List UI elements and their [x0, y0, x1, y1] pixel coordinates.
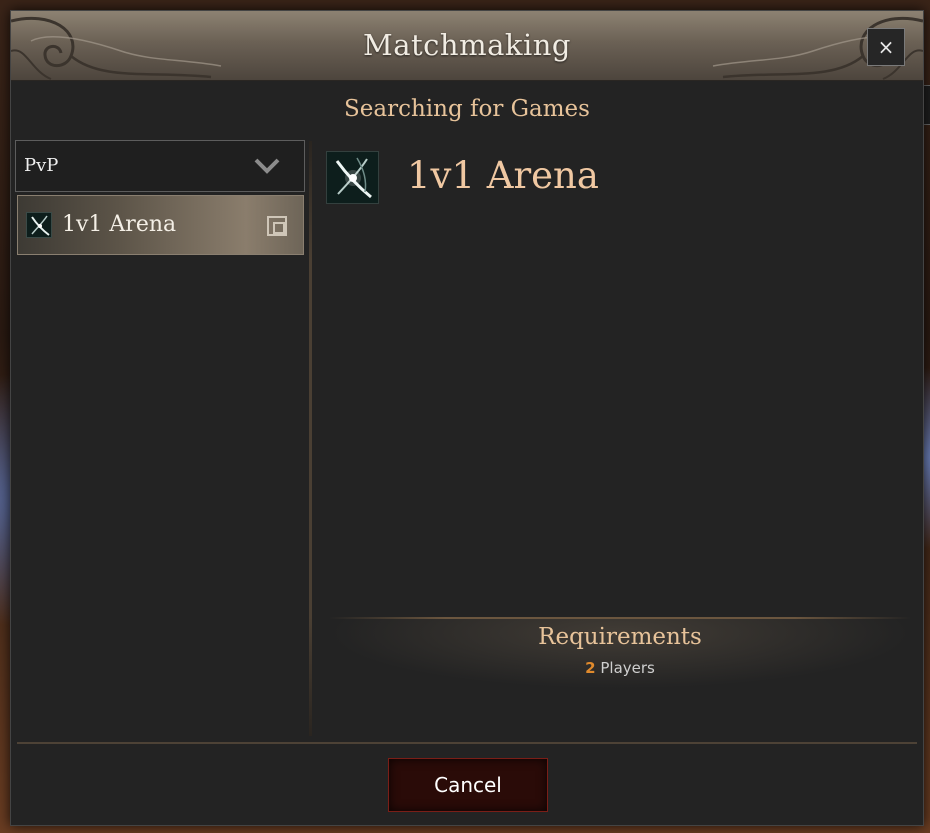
dialog-title: Matchmaking: [363, 28, 571, 62]
queue-toggle-checkbox[interactable]: [267, 216, 287, 236]
game-mode-list-panel: PvP 1v1 Arena: [15, 139, 305, 735]
dialog-titlebar: Matchmaking: [11, 11, 923, 81]
arena-icon: [26, 212, 52, 238]
arena-icon: [326, 151, 379, 204]
close-icon: ×: [877, 35, 895, 59]
list-item-1v1-arena[interactable]: 1v1 Arena: [17, 195, 304, 255]
player-count: 2: [585, 659, 596, 677]
list-item-label: 1v1 Arena: [62, 212, 177, 237]
category-dropdown[interactable]: PvP: [15, 140, 305, 192]
chevron-down-icon: [254, 158, 280, 174]
search-status-heading: Searching for Games: [344, 96, 590, 122]
footer-divider: [17, 742, 917, 744]
detail-title: 1v1 Arena: [407, 154, 599, 197]
cancel-button[interactable]: Cancel: [388, 758, 548, 812]
matchmaking-dialog: Matchmaking × Searching for Games PvP 1v…: [10, 10, 924, 826]
close-button[interactable]: ×: [867, 28, 905, 66]
player-unit: Players: [600, 659, 655, 677]
category-dropdown-value: PvP: [24, 155, 59, 176]
requirements-players: 2 Players: [329, 659, 911, 677]
column-divider: [309, 141, 312, 736]
requirements-heading: Requirements: [538, 624, 702, 650]
